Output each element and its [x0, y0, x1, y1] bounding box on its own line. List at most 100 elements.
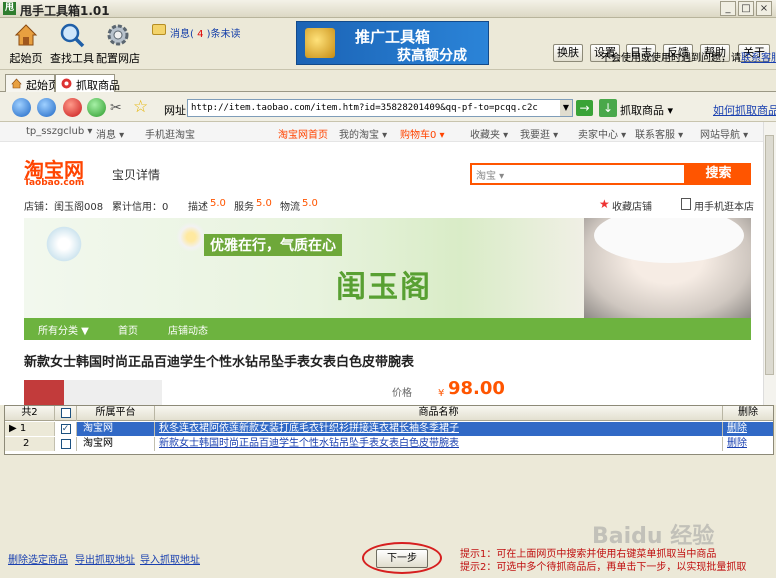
row-product-name[interactable]: 秋冬连衣裙阿依莲新款女装打底毛衣针织衫拼接连衣裙长袖冬季裙子: [155, 422, 723, 436]
taobao-search-button[interactable]: 搜索: [686, 163, 751, 185]
support-hint: 不会使用或使用时遇到问题，请联系客服: [601, 49, 776, 64]
star-icon: ★: [599, 197, 610, 211]
taobao-top-nav: tp_sszgclub ▾ 消息 ▾ 手机逛淘宝 淘宝网首页 我的淘宝 ▾ 购物…: [0, 122, 763, 142]
grid-count: 共2: [5, 406, 55, 421]
row-product-name[interactable]: 新款女士韩国时尚正品百迪学生个性水钻吊坠手表女表白色皮带腕表: [155, 437, 723, 451]
shop-menu-home[interactable]: 首页: [118, 322, 138, 337]
shop-banner[interactable]: 优雅在行，气质在心 闺玉阁: [24, 218, 751, 318]
toolbar-home-label: 起始页: [9, 52, 43, 65]
select-all-checkbox[interactable]: [60, 408, 71, 418]
forward-button[interactable]: [37, 98, 56, 117]
home-icon: [14, 24, 38, 46]
nav-contact[interactable]: 联系客服 ▾: [635, 126, 683, 141]
url-input[interactable]: http://item.taobao.com/item.htm?id=35828…: [187, 99, 573, 117]
promo-banner[interactable]: 推广工具箱 获高额分成: [296, 21, 489, 65]
message-icon[interactable]: [152, 24, 166, 35]
flower-decoration: [174, 220, 208, 254]
product-image[interactable]: [64, 380, 162, 405]
price-label: 价格: [392, 388, 412, 399]
howto-fetch-link[interactable]: 如何抓取商品?: [713, 102, 776, 118]
stop-button[interactable]: [63, 98, 82, 117]
promo-line1: 推广工具箱: [355, 28, 431, 46]
nav-user[interactable]: tp_sszgclub ▾: [26, 126, 92, 137]
nav-my-taobao[interactable]: 我的淘宝 ▾: [339, 126, 387, 141]
desc-score: 5.0: [210, 198, 226, 209]
toolbar-config-shop-button[interactable]: 配置网店: [94, 20, 142, 66]
msg-suffix: )条未读: [206, 29, 241, 40]
product-grid: 共2 所属平台 商品名称 删除 ▶ 1 ✓ 淘宝网 秋冬连衣裙阿依莲新款女装打底…: [4, 405, 774, 455]
unread-messages-link[interactable]: 消息( 4 )条未读: [170, 25, 241, 40]
row-product-link[interactable]: 新款女士韩国时尚正品百迪学生个性水钻吊坠手表女表白色皮带腕表: [159, 438, 459, 449]
grid-select-all[interactable]: [55, 406, 77, 421]
toolbar-config-shop-label: 配置网店: [96, 52, 140, 65]
close-button[interactable]: ×: [756, 1, 772, 16]
toolbar-home-button[interactable]: 起始页: [2, 20, 50, 66]
logistics-score: 5.0: [302, 198, 318, 209]
grid-header-platform: 所属平台: [77, 406, 155, 421]
toolbar-find-tool-button[interactable]: 查找工具: [48, 20, 96, 66]
home-icon: [11, 78, 22, 89]
fetch-download-icon[interactable]: ↓: [599, 99, 617, 117]
nav-site-map[interactable]: 网站导航 ▾: [700, 126, 748, 141]
nav-browse[interactable]: 我要逛 ▾: [520, 126, 558, 141]
row-product-link[interactable]: 秋冬连衣裙阿依莲新款女装打底毛衣针织衫拼接连衣裙长袖冬季裙子: [159, 423, 459, 434]
favorite-shop-link[interactable]: 收藏店铺: [612, 198, 652, 213]
shop-menu: 所有分类 ▼ 首页 店铺动态: [24, 318, 751, 340]
fetch-product-button[interactable]: 抓取商品 ▾: [620, 102, 673, 118]
row-checkbox-unchecked[interactable]: [60, 439, 71, 449]
tab-start-page[interactable]: 起始页: [5, 74, 59, 92]
table-row[interactable]: 2 淘宝网 新款女士韩国时尚正品百迪学生个性水钻吊坠手表女表白色皮带腕表 删除: [5, 437, 773, 451]
contact-support-link[interactable]: 联系客服: [741, 53, 776, 64]
row-delete[interactable]: 删除: [723, 437, 773, 451]
search-type-select[interactable]: 淘宝 ▾: [476, 167, 504, 182]
fetch-dropdown-icon[interactable]: ▾: [668, 104, 674, 117]
delete-selected-link[interactable]: 删除选定商品: [8, 551, 68, 566]
treasure-chest-icon: [305, 28, 335, 58]
nav-cart[interactable]: 购物车0 ▾: [400, 126, 445, 141]
logistics-label: 物流: [280, 202, 300, 213]
minimize-button[interactable]: _: [720, 1, 736, 16]
nav-favorites[interactable]: 收藏夹 ▾: [470, 126, 508, 141]
import-urls-link[interactable]: 导入抓取地址: [140, 551, 200, 566]
nav-mobile[interactable]: 手机逛淘宝: [145, 126, 195, 141]
maximize-button[interactable]: □: [738, 1, 754, 16]
go-arrow-icon[interactable]: →: [576, 100, 593, 116]
table-row[interactable]: ▶ 1 ✓ 淘宝网 秋冬连衣裙阿依莲新款女装打底毛衣针织衫拼接连衣裙长袖冬季裙子…: [5, 422, 773, 436]
row-checkbox[interactable]: ✓: [55, 422, 77, 436]
row-delete-link[interactable]: 删除: [727, 438, 747, 449]
next-step-button[interactable]: 下一步: [376, 549, 428, 568]
row-platform: 淘宝网: [77, 422, 155, 436]
taobao-logo-sub: Taobao.com: [24, 178, 85, 188]
product-thumbnail[interactable]: [24, 380, 64, 405]
row-delete-link[interactable]: 删除: [727, 423, 747, 434]
banner-brand: 闺玉阁: [336, 270, 432, 305]
refresh-button[interactable]: [87, 98, 106, 117]
grid-header-delete: 删除: [738, 407, 758, 418]
row-index: ▶ 1: [5, 422, 55, 436]
msg-prefix: 消息(: [170, 29, 194, 40]
tools-icon[interactable]: ✂: [110, 100, 126, 116]
nav-taobao-home[interactable]: 淘宝网首页: [278, 126, 328, 141]
web-scrollbar-thumb[interactable]: [765, 135, 774, 375]
row-delete[interactable]: 删除: [723, 422, 773, 436]
page-label: 宝贝详情: [112, 168, 161, 182]
shop-name[interactable]: 店铺：闺玉阁008: [24, 198, 103, 213]
export-urls-link[interactable]: 导出抓取地址: [75, 551, 135, 566]
tab-bar: 起始页 抓取商品: [0, 72, 776, 92]
url-dropdown-icon[interactable]: ▼: [560, 100, 572, 116]
nav-seller-center[interactable]: 卖家中心 ▾: [578, 126, 626, 141]
fetch-label-text: 抓取商品: [620, 104, 664, 117]
web-view: tp_sszgclub ▾ 消息 ▾ 手机逛淘宝 淘宝网首页 我的淘宝 ▾ 购物…: [0, 122, 763, 405]
back-button[interactable]: [12, 98, 31, 117]
mobile-shop-link[interactable]: 用手机逛本店: [694, 198, 754, 213]
shop-menu-news[interactable]: 店铺动态: [168, 322, 208, 337]
row-checkbox[interactable]: [55, 437, 77, 451]
row-index: 2: [5, 437, 55, 451]
tab-fetch-product[interactable]: 抓取商品: [55, 74, 120, 92]
favorite-star-icon[interactable]: ☆: [133, 98, 148, 116]
row-checkbox-checked[interactable]: ✓: [60, 424, 71, 434]
skin-button[interactable]: 换肤: [553, 44, 583, 62]
flower-decoration: [44, 224, 84, 264]
shop-menu-all-categories[interactable]: 所有分类 ▼: [38, 322, 89, 337]
nav-messages[interactable]: 消息 ▾: [96, 126, 124, 141]
